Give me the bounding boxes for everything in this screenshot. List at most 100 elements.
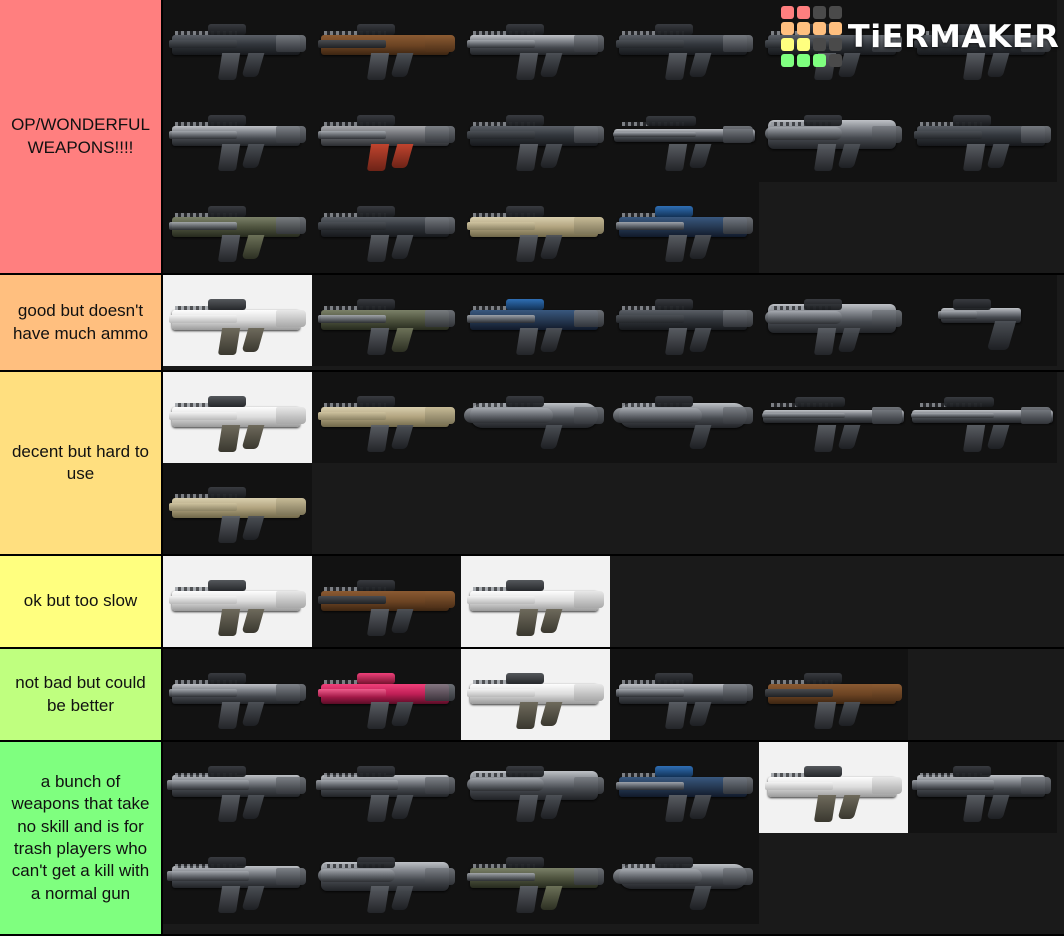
tier-items-container[interactable]: [163, 372, 1064, 554]
tier-label[interactable]: ok but too slow: [0, 556, 163, 647]
tier-item-grenade-launcher-dark[interactable]: [610, 372, 759, 463]
stock-part-icon: [574, 34, 605, 52]
tier-item-sniper-rifle-tan-scope[interactable]: [163, 463, 312, 554]
tier-item-assault-rifle-red-accent[interactable]: [312, 91, 461, 182]
grip-part-icon: [241, 52, 265, 77]
tier-row: a bunch of weapons that take no skill an…: [0, 742, 1064, 936]
optic-part-icon: [207, 205, 247, 217]
tier-item-bullpup-smg-grey[interactable]: [610, 275, 759, 366]
mag-part-icon: [962, 52, 985, 81]
optic-part-icon: [207, 114, 247, 126]
stock-part-icon: [872, 34, 903, 52]
tier-label[interactable]: decent but hard to use: [0, 372, 163, 554]
tier-item-shotgun-tactical-blue[interactable]: [610, 742, 759, 833]
weapon-image-icon: [163, 0, 312, 91]
tier-item-submachine-gun-grenade[interactable]: [312, 182, 461, 273]
tier-item-energy-weapon-silver[interactable]: [163, 649, 312, 740]
tier-item-assault-rifle-dark-grey[interactable]: [908, 0, 1057, 91]
tier-item-sniper-rifle-tan-bipod[interactable]: [163, 372, 312, 463]
grip-part-icon: [837, 424, 861, 449]
tier-item-submachine-gun-dark[interactable]: [908, 91, 1057, 182]
grip-part-icon: [539, 424, 563, 449]
mag-part-icon: [366, 794, 389, 823]
tier-item-revolver-grey[interactable]: [908, 275, 1057, 366]
tier-item-light-machine-gun-silver[interactable]: [163, 91, 312, 182]
tier-item-submachine-gun-silver[interactable]: [610, 0, 759, 91]
tier-item-lever-action-rifle-wood[interactable]: [312, 556, 461, 647]
grip-part-icon: [390, 608, 414, 633]
tier-item-shotgun-grey[interactable]: [163, 742, 312, 833]
tier-item-shotgun-dark-barrel[interactable]: [461, 742, 610, 833]
optic-part-icon: [356, 765, 396, 777]
mag-part-icon: [515, 143, 538, 172]
grip-part-icon: [241, 234, 265, 259]
mag-part-icon: [217, 424, 240, 453]
tier-item-rocket-launcher-olive[interactable]: [461, 372, 610, 463]
optic-part-icon: [207, 23, 247, 35]
weapon-image-icon: [759, 275, 908, 366]
weapon-image-icon: [610, 275, 759, 366]
weapon-image-icon: [163, 649, 312, 740]
tier-item-sniper-rifle-pink[interactable]: [312, 649, 461, 740]
tier-label[interactable]: OP/WONDERFUL WEAPONS!!!!: [0, 0, 163, 273]
tier-item-shotgun-long-black[interactable]: [908, 742, 1057, 833]
tier-item-combat-knife-brown[interactable]: [312, 0, 461, 91]
grip-part-icon: [390, 424, 414, 449]
tier-item-grenade-launcher-olive[interactable]: [610, 833, 759, 924]
tier-items-container[interactable]: [163, 275, 1064, 370]
optic-part-icon: [952, 765, 992, 777]
stock-part-icon: [872, 125, 903, 143]
tier-item-shotgun-grey-grip[interactable]: [163, 833, 312, 924]
grip-part-icon: [539, 52, 563, 77]
grip-part-icon: [390, 794, 414, 819]
optic-part-icon: [356, 114, 396, 126]
tier-items-container[interactable]: [163, 556, 1064, 647]
tier-item-assault-rifle-grey[interactable]: [461, 0, 610, 91]
tier-item-shotgun-white-accent[interactable]: [759, 742, 908, 833]
tier-items-container[interactable]: [163, 742, 1064, 934]
tier-item-energy-shotgun-teal[interactable]: [461, 833, 610, 924]
grip-part-icon: [688, 327, 712, 352]
tier-item-assault-rifle-tan-grip[interactable]: [461, 182, 610, 273]
tier-item-revolver-black-white-bg[interactable]: [461, 649, 610, 740]
optic-part-icon: [505, 23, 545, 35]
tier-item-exo-suit-weapon-silver[interactable]: [610, 649, 759, 740]
tier-item-bullpup-sniper-tan[interactable]: [312, 372, 461, 463]
tier-item-assault-rifle-black-gold[interactable]: [163, 0, 312, 91]
tier-item-grenade-launcher-brown[interactable]: [759, 649, 908, 740]
tier-item-sniper-rifle-white-camo[interactable]: [163, 556, 312, 647]
stock-part-icon: [872, 683, 903, 701]
optic-part-icon: [654, 23, 694, 35]
optic-part-icon: [654, 765, 694, 777]
optic-part-icon: [654, 856, 694, 868]
stock-part-icon: [276, 34, 307, 52]
optic-part-icon: [803, 672, 843, 684]
tier-item-bullpup-rifle-white-camo[interactable]: [461, 556, 610, 647]
tier-item-rifle-blue-accent[interactable]: [461, 275, 610, 366]
tier-item-assault-rifle-long-barrel[interactable]: [610, 91, 759, 182]
tier-item-minigun-black[interactable]: [312, 833, 461, 924]
weapon-image-icon: [163, 91, 312, 182]
tier-item-assault-rifle-tactical[interactable]: [759, 0, 908, 91]
tier-label[interactable]: not bad but could be better: [0, 649, 163, 740]
optic-part-icon: [356, 672, 396, 684]
tier-label[interactable]: a bunch of weapons that take no skill an…: [0, 742, 163, 934]
tier-label[interactable]: good but doesn't have much ammo: [0, 275, 163, 370]
tier-item-sniper-rifle-blue-brown[interactable]: [610, 182, 759, 273]
tier-item-shotgun-double-barrel[interactable]: [312, 742, 461, 833]
optic-part-icon: [356, 579, 396, 591]
tier-items-container[interactable]: [163, 0, 1064, 273]
tier-item-submachine-gun-compact[interactable]: [461, 91, 610, 182]
grip-part-icon: [241, 701, 265, 726]
tier-item-machine-gun-black[interactable]: [759, 91, 908, 182]
optic-part-icon: [952, 114, 992, 126]
tier-item-assault-rifle-heavy-black[interactable]: [759, 275, 908, 366]
tier-item-sniper-rifle-long-black[interactable]: [759, 372, 908, 463]
tier-item-energy-rifle-olive[interactable]: [163, 182, 312, 273]
tier-items-container[interactable]: [163, 649, 1064, 740]
tier-item-submachine-gun-white[interactable]: [163, 275, 312, 366]
tier-item-bullpup-rifle-olive[interactable]: [312, 275, 461, 366]
mag-part-icon: [813, 143, 836, 172]
mag-part-icon: [515, 327, 538, 356]
tier-item-sniper-rifle-scoped-brown[interactable]: [908, 372, 1057, 463]
